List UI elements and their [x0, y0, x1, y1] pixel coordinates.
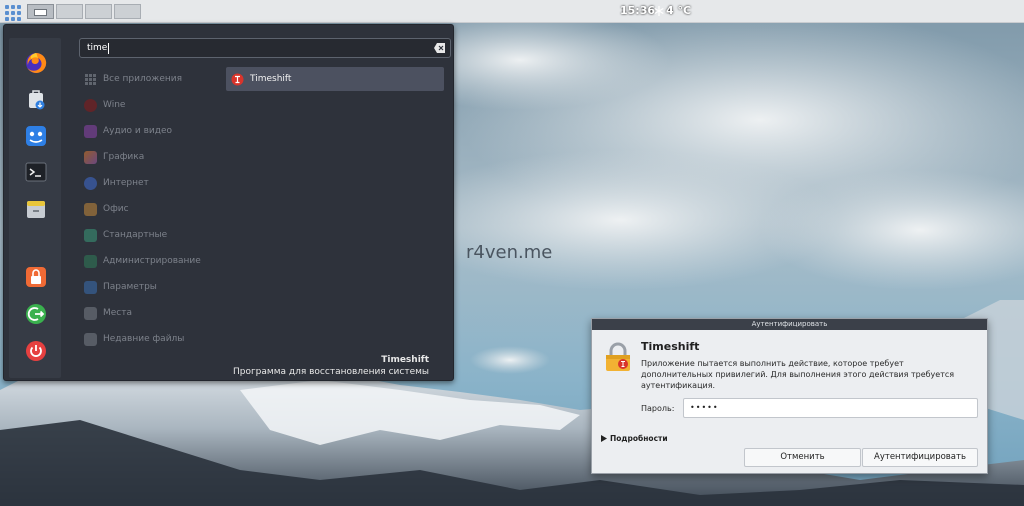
graphics-icon: [84, 150, 97, 164]
workspace-4[interactable]: [114, 4, 141, 19]
watermark-text: r4ven.me: [466, 242, 553, 263]
accessories-icon: [84, 228, 97, 242]
places-icon: [84, 306, 97, 320]
category-label: Места: [103, 308, 133, 318]
category-label: Администрирование: [103, 256, 201, 266]
category-label: Интернет: [103, 178, 149, 188]
workspace-3[interactable]: [85, 4, 112, 19]
password-field[interactable]: •••••: [683, 398, 978, 418]
shutdown-icon[interactable]: [25, 340, 47, 362]
terminal-icon[interactable]: [25, 161, 47, 183]
category-office[interactable]: Офис: [84, 198, 214, 220]
clear-search-icon[interactable]: [434, 43, 445, 53]
category-administration[interactable]: Администрирование: [84, 250, 214, 272]
category-label: Офис: [103, 204, 129, 214]
applications-menu-icon[interactable]: [2, 2, 21, 21]
category-wine[interactable]: Wine: [84, 94, 214, 116]
password-label: Пароль:: [641, 404, 675, 413]
search-input-value: time: [87, 43, 108, 53]
category-label: Недавние файлы: [103, 334, 185, 344]
details-expander[interactable]: Подробности: [601, 434, 668, 443]
office-icon: [84, 202, 97, 216]
internet-icon: [84, 176, 97, 190]
category-label: Все приложения: [103, 74, 183, 84]
multimedia-icon: [84, 124, 97, 138]
category-all-applications[interactable]: Все приложения: [84, 68, 214, 90]
category-label: Параметры: [103, 282, 157, 292]
category-label: Аудио и видео: [103, 126, 173, 136]
dialog-message: Приложение пытается выполнить действие, …: [641, 359, 955, 390]
selected-app-description: Программа для восстановления системы: [232, 367, 429, 377]
preferences-icon: [84, 280, 97, 294]
category-label: Графика: [103, 152, 145, 162]
category-label: Стандартные: [103, 230, 168, 240]
category-accessories[interactable]: Стандартные: [84, 224, 214, 246]
weather-temperature: 4 °C: [666, 4, 692, 17]
search-result-label: Timeshift: [250, 74, 292, 84]
dialog-titlebar[interactable]: Аутентифицировать: [592, 319, 987, 330]
timeshift-icon: [231, 73, 244, 85]
firefox-icon[interactable]: [25, 52, 47, 74]
authenticate-button[interactable]: Аутентифицировать: [862, 448, 978, 467]
category-internet[interactable]: Интернет: [84, 172, 214, 194]
workspace-1[interactable]: [27, 4, 54, 19]
selected-app-name: Timeshift: [381, 355, 429, 365]
weather-snow-icon: [654, 5, 664, 16]
selected-app-info: Timeshift Программа для восстановления с…: [233, 355, 429, 377]
search-result-timeshift[interactable]: Timeshift: [226, 67, 444, 91]
text-caret: [108, 42, 110, 54]
authentication-dialog: Аутентифицировать Timeshift Приложение п…: [591, 318, 988, 474]
workspace-switcher: [27, 4, 141, 19]
administration-icon: [84, 254, 97, 268]
lock-icon: [606, 342, 630, 371]
category-places[interactable]: Места: [84, 302, 214, 324]
category-label: Wine: [103, 100, 126, 110]
lock-screen-icon[interactable]: [25, 266, 47, 288]
cancel-button[interactable]: Отменить: [744, 448, 861, 467]
application-menu: time Все приложения Wine Аудио и видео Г…: [3, 24, 454, 381]
files-icon[interactable]: [25, 198, 47, 220]
wine-icon: [84, 98, 97, 112]
logout-icon[interactable]: [25, 303, 47, 325]
dialog-heading: Timeshift: [641, 340, 700, 353]
category-preferences[interactable]: Параметры: [84, 276, 214, 298]
category-recent-files[interactable]: Недавние файлы: [84, 328, 214, 350]
software-store-icon[interactable]: [25, 89, 47, 111]
recent-files-icon: [84, 332, 97, 346]
category-graphics[interactable]: Графика: [84, 146, 214, 168]
file-manager-icon[interactable]: [25, 125, 47, 147]
favorites-sidebar: [9, 38, 61, 378]
panel-weather[interactable]: 4 °C: [654, 4, 691, 17]
details-label: Подробности: [610, 434, 668, 443]
expand-arrow-icon: [601, 435, 607, 442]
top-panel: 15:36 4 °C: [0, 0, 1024, 23]
search-input[interactable]: time: [79, 38, 451, 58]
workspace-2[interactable]: [56, 4, 83, 19]
category-multimedia[interactable]: Аудио и видео: [84, 120, 214, 142]
grid-icon: [85, 73, 96, 85]
panel-clock[interactable]: 15:36: [620, 4, 655, 17]
